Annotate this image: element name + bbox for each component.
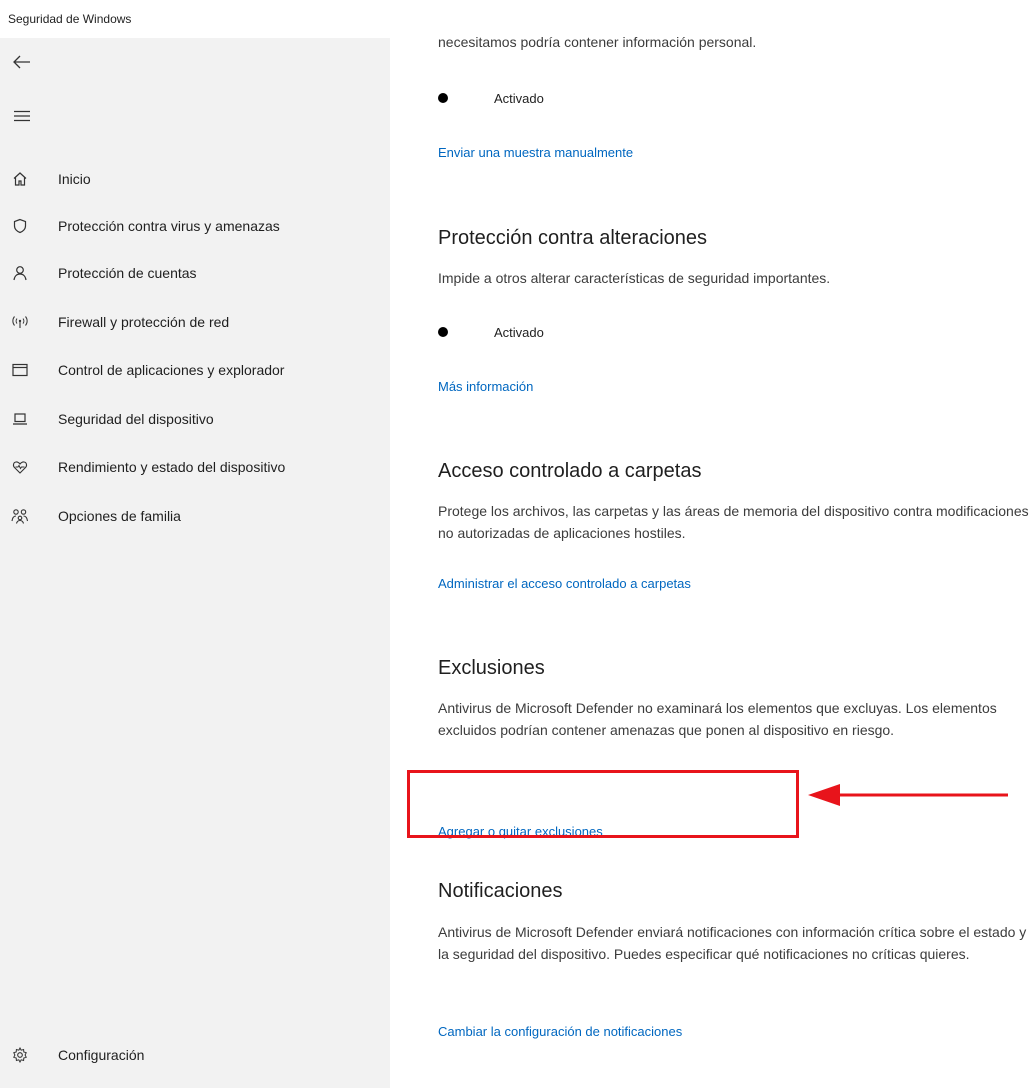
sidebar-item-account-protection[interactable]: Protección de cuentas xyxy=(0,253,390,293)
sample-submission-toggle[interactable]: Activado xyxy=(438,88,544,108)
section-desc-controlled-folder-access: Protege los archivos, las carpetas y las… xyxy=(438,503,1029,541)
manage-controlled-folder-access-link[interactable]: Administrar el acceso controlado a carpe… xyxy=(438,576,691,591)
sidebar-item-app-browser-control[interactable]: Control de aplicaciones y explorador xyxy=(0,350,390,390)
sidebar-item-label: Opciones de familia xyxy=(58,508,181,524)
section-title-exclusions: Exclusiones xyxy=(438,657,545,679)
title-bar: Seguridad de Windows xyxy=(0,0,1035,38)
hamburger-menu-icon xyxy=(14,110,30,122)
toggle-indicator xyxy=(438,327,448,337)
section-title-notifications: Notificaciones xyxy=(438,880,563,902)
browser-window-icon xyxy=(10,360,30,380)
person-icon xyxy=(10,263,30,283)
home-icon xyxy=(10,169,30,189)
toggle-status-label: Activado xyxy=(494,90,544,106)
cut-off-description: necesitamos podría contener información … xyxy=(438,34,757,50)
heart-pulse-icon xyxy=(10,457,30,477)
sidebar-item-family-options[interactable]: Opciones de familia xyxy=(0,496,390,536)
sidebar-item-device-performance[interactable]: Rendimiento y estado del dispositivo xyxy=(0,447,390,487)
sidebar-item-label: Protección contra virus y amenazas xyxy=(58,218,280,234)
tamper-protection-toggle[interactable]: Activado xyxy=(438,322,544,342)
submit-sample-link[interactable]: Enviar una muestra manualmente xyxy=(438,145,633,160)
section-title-controlled-folder-access: Acceso controlado a carpetas xyxy=(438,460,702,482)
change-notification-settings-link[interactable]: Cambiar la configuración de notificacion… xyxy=(438,1024,682,1039)
shield-icon xyxy=(10,216,30,236)
laptop-icon xyxy=(10,409,30,429)
gear-icon xyxy=(10,1045,30,1065)
sidebar-item-virus-protection[interactable]: Protección contra virus y amenazas xyxy=(0,206,390,246)
annotation-arrow-icon xyxy=(808,784,1008,806)
section-desc-exclusions: Antivirus de Microsoft Defender no exami… xyxy=(438,700,997,738)
sidebar-item-device-security[interactable]: Seguridad del dispositivo xyxy=(0,399,390,439)
sidebar-item-settings[interactable]: Configuración xyxy=(0,1035,390,1075)
wifi-signal-icon xyxy=(10,312,30,332)
annotation-highlight-box xyxy=(407,770,799,838)
sidebar-item-firewall[interactable]: Firewall y protección de red xyxy=(0,302,390,342)
app-title: Seguridad de Windows xyxy=(8,12,132,26)
sidebar-item-label: Firewall y protección de red xyxy=(58,314,230,330)
toggle-indicator xyxy=(438,93,448,103)
sidebar-item-label: Seguridad del dispositivo xyxy=(58,411,214,427)
sidebar-item-label: Inicio xyxy=(58,171,91,187)
section-title-tamper-protection: Protección contra alteraciones xyxy=(438,227,708,249)
sidebar-item-label: Protección de cuentas xyxy=(58,265,197,281)
section-desc-notifications: Antivirus de Microsoft Defender enviará … xyxy=(438,924,1027,962)
sidebar-item-inicio[interactable]: Inicio xyxy=(0,159,390,199)
main-content: necesitamos podría contener información … xyxy=(390,34,1035,1088)
back-button[interactable] xyxy=(6,48,38,76)
section-desc-tamper-protection: Impide a otros alterar características d… xyxy=(438,270,831,286)
sidebar-item-label: Configuración xyxy=(58,1047,145,1063)
toggle-status-label: Activado xyxy=(494,324,544,340)
sidebar-item-label: Rendimiento y estado del dispositivo xyxy=(58,459,286,475)
hamburger-menu-button[interactable] xyxy=(6,102,38,130)
sidebar-item-label: Control de aplicaciones y explorador xyxy=(58,362,285,378)
family-icon xyxy=(10,506,30,526)
back-arrow-icon xyxy=(13,55,30,69)
sidebar: Inicio Protección contra virus y amenaza… xyxy=(0,38,390,1088)
more-info-link[interactable]: Más información xyxy=(438,379,533,394)
